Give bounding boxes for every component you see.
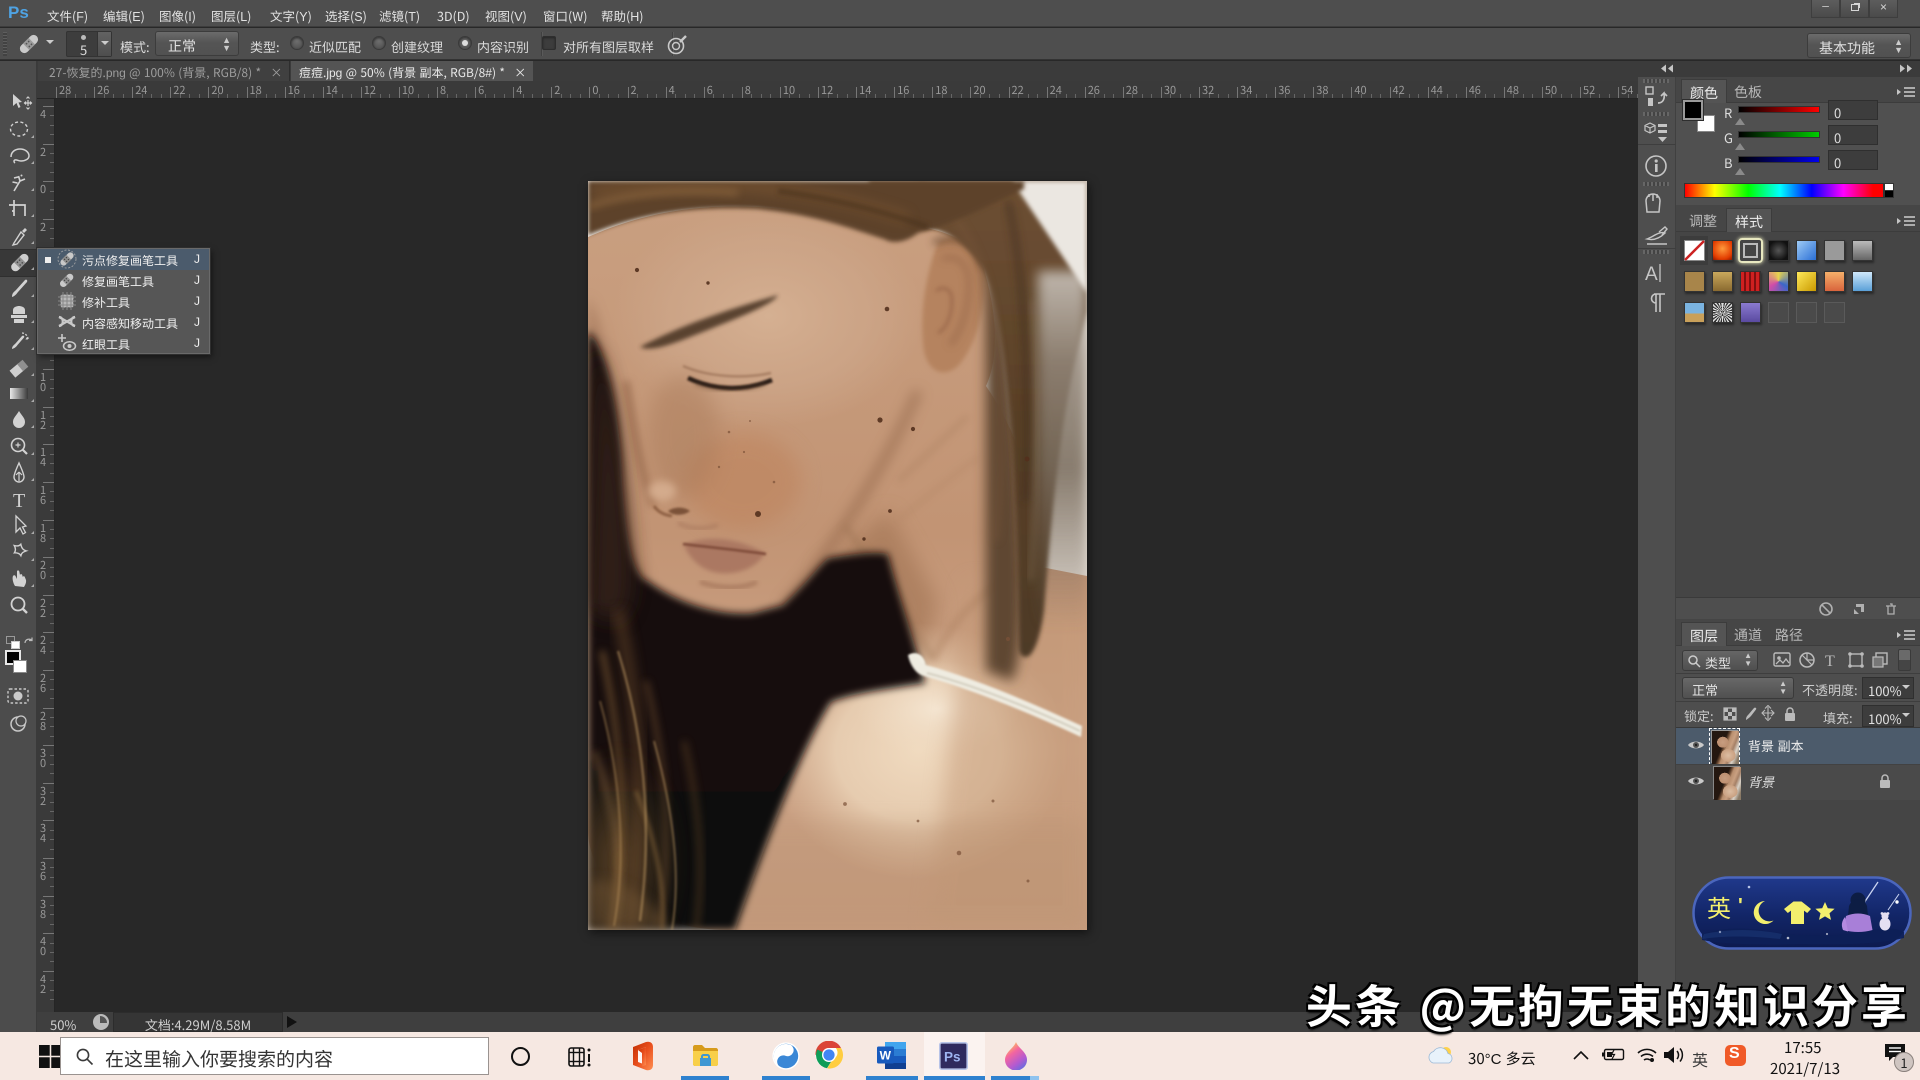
svg-text:Ps: Ps (944, 1050, 961, 1065)
svg-text:英: 英 (1707, 889, 1731, 924)
svg-text:T: T (1825, 653, 1835, 670)
svg-text:': ' (1738, 889, 1743, 918)
svg-text:T: T (13, 490, 25, 512)
svg-text:W: W (880, 1049, 892, 1063)
svg-text:A: A (1645, 264, 1658, 285)
